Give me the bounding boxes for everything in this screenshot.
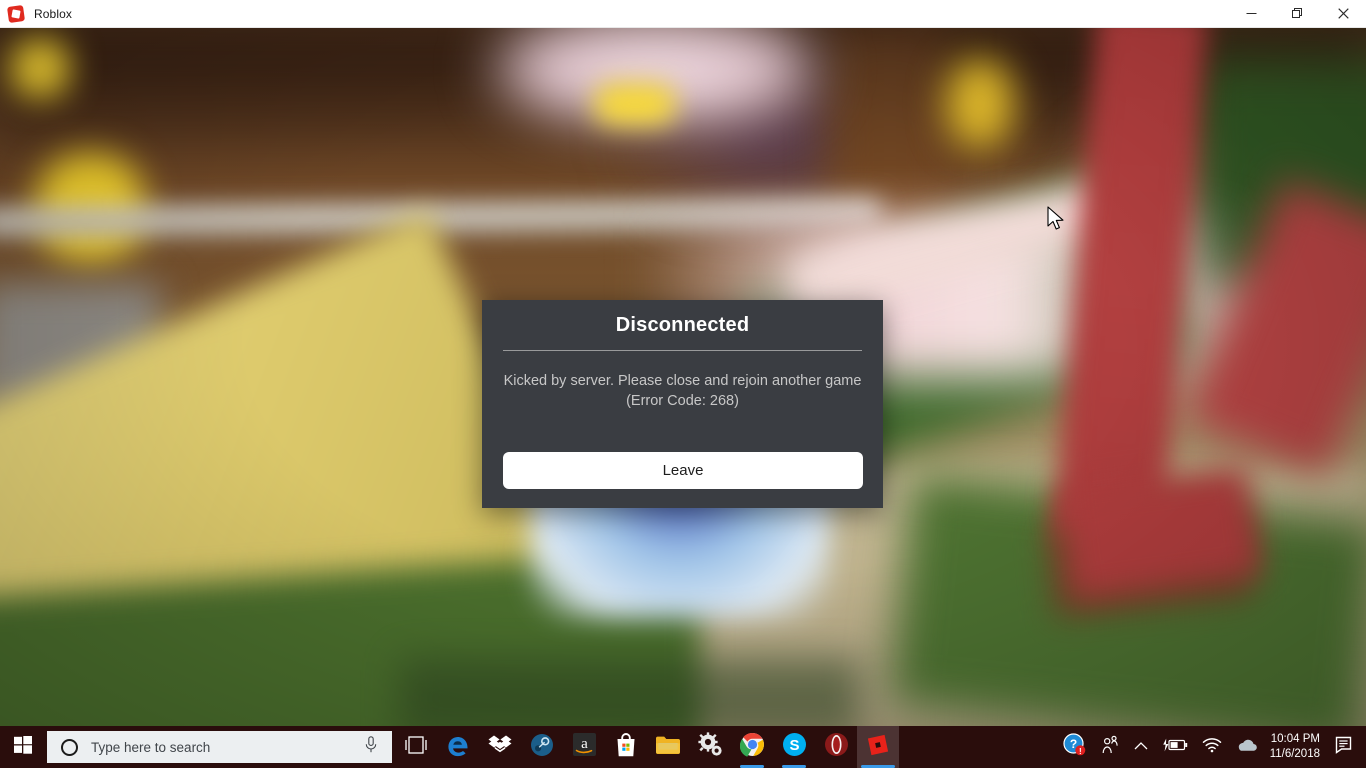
taskbar-item-steam[interactable] — [521, 726, 563, 768]
gear-icon — [697, 732, 723, 762]
tray-item-help-support[interactable]: ? ! — [1056, 726, 1093, 768]
game-viewport: Disconnected Kicked by server. Please cl… — [0, 28, 1366, 726]
svg-text:S: S — [789, 737, 799, 754]
onedrive-cloud-icon — [1236, 738, 1258, 757]
skype-icon: S — [782, 732, 807, 762]
taskbar-item-google-chrome[interactable] — [731, 726, 773, 768]
taskbar: Type here to search a S ? ! 10:04 PM 11/… — [0, 726, 1366, 768]
tray-item-show-hidden-icons[interactable] — [1127, 726, 1155, 768]
tray-item-battery[interactable] — [1155, 726, 1195, 768]
taskbar-item-dropbox[interactable] — [479, 726, 521, 768]
battery-charging-icon — [1162, 738, 1188, 757]
disconnected-dialog: Disconnected Kicked by server. Please cl… — [482, 300, 883, 508]
steam-icon — [530, 733, 554, 762]
dialog-error-code: (Error Code: 268) — [626, 393, 739, 409]
dropbox-icon — [488, 734, 512, 761]
help-question-icon: ? ! — [1063, 733, 1086, 761]
svg-text:a: a — [581, 736, 588, 752]
taskbar-item-microsoft-edge[interactable] — [437, 726, 479, 768]
taskbar-item-skype[interactable]: S — [773, 726, 815, 768]
chrome-icon — [739, 732, 765, 762]
roblox-icon — [866, 733, 890, 762]
search-box[interactable]: Type here to search — [47, 731, 392, 763]
system-tray: ? ! 10:04 PM 11/6/2018 — [1056, 726, 1366, 768]
action-center-button[interactable] — [1329, 726, 1366, 768]
window-title: Roblox — [34, 6, 72, 21]
screen-root: Roblox Disconnected Kicked by server. Pl… — [0, 0, 1366, 768]
wifi-icon — [1202, 737, 1222, 758]
dialog-divider — [503, 350, 862, 351]
task-view-icon — [405, 735, 427, 759]
window-title-bar: Roblox — [0, 0, 1366, 28]
mouse-cursor — [1047, 206, 1067, 234]
close-button[interactable] — [1320, 0, 1366, 28]
taskbar-item-roblox[interactable] — [857, 726, 899, 768]
microphone-icon[interactable] — [364, 736, 378, 758]
taskbar-app-buttons: a S — [395, 726, 899, 768]
clock-time: 10:04 PM — [1270, 733, 1320, 745]
tray-item-network-wifi[interactable] — [1195, 726, 1229, 768]
roblox-logo-icon — [6, 4, 26, 23]
dialog-title: Disconnected — [615, 314, 750, 336]
windows-logo-icon — [14, 735, 32, 759]
svg-text:!: ! — [1079, 747, 1082, 756]
chevron-up-icon — [1134, 738, 1148, 756]
people-icon — [1100, 735, 1120, 760]
cortana-circle-icon — [61, 738, 78, 756]
taskbar-item-settings[interactable] — [689, 726, 731, 768]
tray-item-people[interactable] — [1093, 726, 1127, 768]
leave-button[interactable]: Leave — [503, 452, 863, 489]
taskbar-item-amazon[interactable]: a — [563, 726, 605, 768]
task-view-button[interactable] — [395, 726, 437, 768]
amazon-icon: a — [572, 732, 597, 762]
search-input[interactable]: Type here to search — [91, 740, 210, 755]
taskbar-item-microsoft-store[interactable] — [605, 726, 647, 768]
minimize-button[interactable] — [1228, 0, 1274, 28]
clock[interactable]: 10:04 PM 11/6/2018 — [1265, 726, 1329, 768]
window-controls — [1228, 0, 1366, 28]
clock-date: 11/6/2018 — [1269, 748, 1320, 760]
taskbar-item-file-explorer[interactable] — [647, 726, 689, 768]
restore-button[interactable] — [1274, 0, 1320, 28]
edge-icon — [445, 732, 471, 763]
opera-icon — [824, 732, 849, 762]
tray-item-onedrive[interactable] — [1229, 726, 1265, 768]
file-explorer-icon — [655, 734, 681, 761]
dialog-message: Kicked by server. Please close and rejoi… — [503, 373, 862, 389]
microsoft-store-icon — [614, 732, 638, 762]
taskbar-item-opera[interactable] — [815, 726, 857, 768]
start-button[interactable] — [0, 726, 46, 768]
action-center-icon — [1335, 736, 1355, 759]
